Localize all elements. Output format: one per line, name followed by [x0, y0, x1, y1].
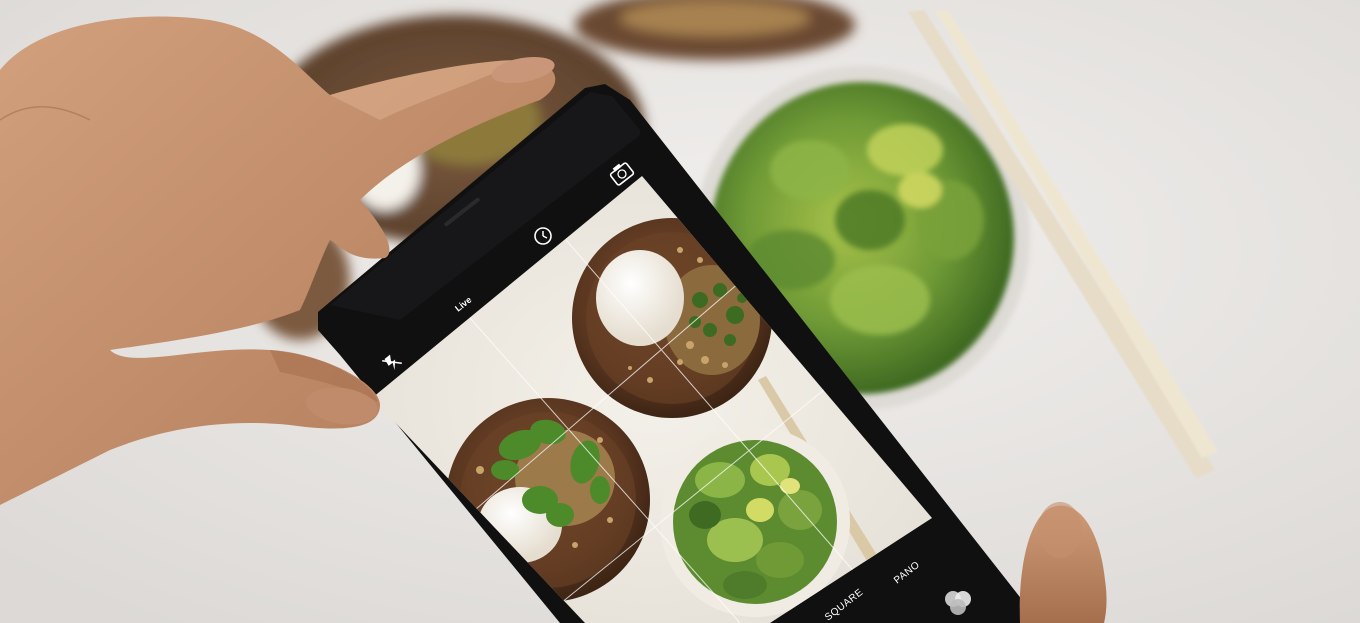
viewfinder-salad-bowl [660, 427, 850, 617]
photo-scene: Live SQUARE PANO [0, 0, 1360, 623]
photo-canvas: Live SQUARE PANO [0, 0, 1360, 623]
